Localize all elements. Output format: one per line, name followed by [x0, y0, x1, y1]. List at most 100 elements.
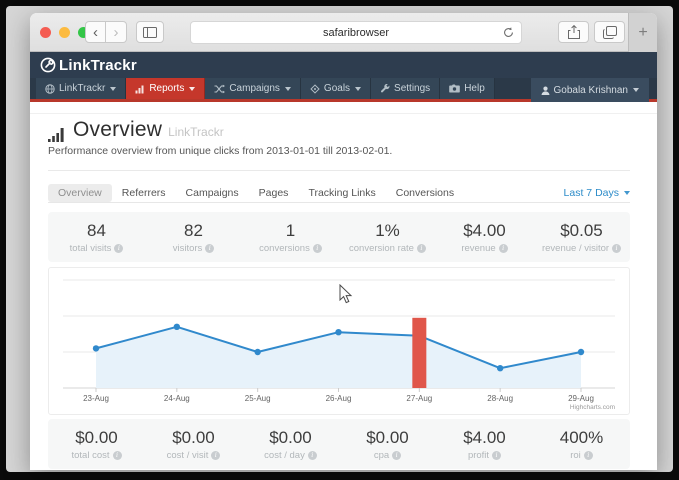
info-icon[interactable]: i — [211, 451, 220, 460]
chevron-down-icon — [633, 88, 639, 92]
stat-label: cost / visit — [167, 450, 209, 461]
page-subtitle: Performance overview from unique clicks … — [48, 145, 392, 157]
info-icon[interactable]: i — [114, 244, 123, 253]
date-range-dropdown[interactable]: Last 7 Days — [564, 187, 630, 199]
sidebar-icon — [143, 27, 157, 38]
chevron-down-icon — [285, 87, 291, 91]
info-icon[interactable]: i — [584, 451, 593, 460]
stat-value: $4.00 — [463, 221, 506, 241]
tab-tracking-links[interactable]: Tracking Links — [298, 184, 385, 202]
linktrackr-logo-icon — [40, 57, 56, 73]
user-menu[interactable]: Gobala Krishnan — [531, 78, 650, 102]
wrench-icon — [380, 84, 390, 94]
screenshot-frame: ‹ › safaribrowser — [0, 0, 679, 480]
new-tab-button[interactable]: + — [628, 13, 657, 52]
address-bar[interactable]: safaribrowser — [190, 21, 522, 44]
back-button[interactable]: ‹ — [85, 21, 106, 43]
report-tabs: Overview Referrers Campaigns Pages Track… — [48, 183, 630, 203]
minimize-button[interactable] — [59, 27, 70, 38]
tab-conversions[interactable]: Conversions — [386, 184, 464, 202]
nav-item-help[interactable]: Help — [440, 78, 495, 99]
stat-value: 84 — [87, 221, 106, 241]
content-divider — [30, 113, 657, 114]
stat-visitors: 82 visitorsi — [145, 212, 242, 262]
share-icon — [568, 25, 580, 39]
stat-label: visitors — [173, 243, 203, 254]
chevron-down-icon — [110, 87, 116, 91]
tab-campaigns[interactable]: Campaigns — [176, 184, 249, 202]
stat-cost-per-day: $0.00 cost / dayi — [242, 419, 339, 469]
forward-icon: › — [114, 24, 119, 41]
plus-icon: + — [638, 24, 647, 42]
share-button[interactable] — [558, 21, 589, 43]
stat-cost-per-visit: $0.00 cost / visiti — [145, 419, 242, 469]
stat-conversion-rate: 1% conversion ratei — [339, 212, 436, 262]
info-icon[interactable]: i — [113, 451, 122, 460]
info-icon[interactable]: i — [308, 451, 317, 460]
nav-label: Campaigns — [229, 83, 280, 94]
nav-item-goals[interactable]: Goals — [301, 78, 371, 99]
stat-value: 1% — [375, 221, 400, 241]
nav-item-linktrackr[interactable]: LinkTrackr — [36, 78, 126, 99]
info-icon[interactable]: i — [392, 451, 401, 460]
chevron-down-icon — [355, 87, 361, 91]
globe-icon — [45, 84, 55, 94]
safari-window: ‹ › safaribrowser — [30, 13, 657, 470]
info-icon[interactable]: i — [205, 244, 214, 253]
nav-item-reports[interactable]: Reports — [126, 78, 205, 99]
info-icon[interactable]: i — [499, 244, 508, 253]
chevron-down-icon — [624, 191, 630, 195]
info-icon[interactable]: i — [492, 451, 501, 460]
nav-label: LinkTrackr — [59, 83, 105, 94]
back-icon: ‹ — [93, 24, 98, 41]
mouse-cursor — [339, 284, 353, 304]
stat-label: cpa — [374, 450, 389, 461]
stat-value: $0.00 — [366, 428, 409, 448]
close-button[interactable] — [40, 27, 51, 38]
forward-button[interactable]: › — [106, 21, 127, 43]
stat-value: 400% — [560, 428, 603, 448]
desktop-background: ‹ › safaribrowser — [6, 6, 673, 472]
nav-item-campaigns[interactable]: Campaigns — [205, 78, 301, 99]
page-content: Overview LinkTrackr Performance overview… — [30, 105, 657, 470]
stat-value: 1 — [286, 221, 295, 241]
stat-label: total visits — [70, 243, 112, 254]
svg-text:27-Aug: 27-Aug — [406, 394, 432, 403]
app-logo[interactable]: LinkTrackr — [40, 57, 137, 74]
overview-chart-icon — [48, 127, 67, 142]
clicks-chart-card: 23-Aug24-Aug25-Aug26-Aug27-Aug28-Aug29-A… — [48, 267, 630, 415]
app-header: LinkTrackr — [30, 52, 657, 78]
info-icon[interactable]: i — [417, 244, 426, 253]
sidebar-button[interactable] — [136, 21, 164, 43]
info-icon[interactable]: i — [612, 244, 621, 253]
info-icon[interactable]: i — [313, 244, 322, 253]
highcharts-credit: Highcharts.com — [570, 404, 615, 411]
stat-total-visits: 84 total visitsi — [48, 212, 145, 262]
stat-label: roi — [570, 450, 581, 461]
url-text: safaribrowser — [191, 27, 521, 39]
tab-pages[interactable]: Pages — [249, 184, 299, 202]
user-icon — [541, 86, 550, 95]
stat-label: revenue — [461, 243, 495, 254]
tabs-icon — [603, 26, 617, 39]
nav-label: Reports — [149, 83, 184, 94]
tab-overview-button[interactable] — [594, 21, 625, 43]
stat-label: revenue / visitor — [542, 243, 609, 254]
stat-label: cost / day — [264, 450, 305, 461]
browser-toolbar: ‹ › safaribrowser — [30, 13, 657, 52]
tab-referrers[interactable]: Referrers — [112, 184, 176, 202]
nav-label: Help — [464, 83, 485, 94]
tab-overview[interactable]: Overview — [48, 184, 112, 202]
stat-label: conversions — [259, 243, 310, 254]
svg-text:23-Aug: 23-Aug — [83, 394, 109, 403]
main-nav: LinkTrackr Reports Campaigns — [30, 78, 657, 102]
nav-item-settings[interactable]: Settings — [371, 78, 440, 99]
stat-revenue: $4.00 revenue i — [436, 212, 533, 262]
bar-chart-icon — [135, 84, 145, 94]
page-title-row: Overview LinkTrackr — [48, 118, 224, 142]
goal-icon — [310, 84, 320, 94]
svg-text:26-Aug: 26-Aug — [326, 394, 352, 403]
window-controls — [40, 27, 89, 38]
svg-text:28-Aug: 28-Aug — [487, 394, 513, 403]
reload-icon[interactable] — [502, 26, 515, 39]
